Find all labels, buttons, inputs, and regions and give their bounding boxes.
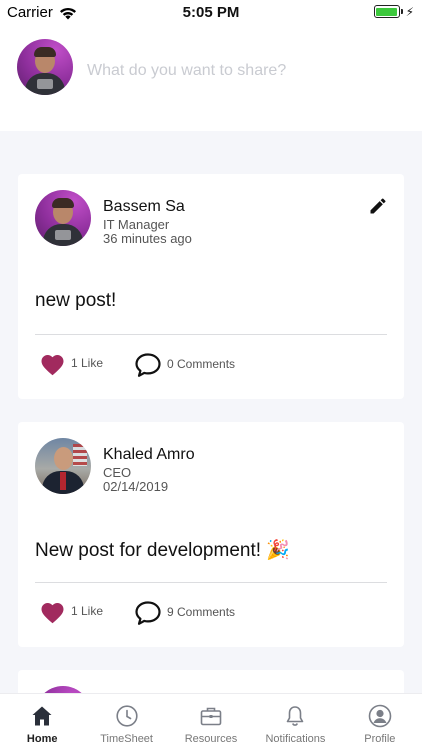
- clock-time: 5:05 PM: [182, 4, 240, 21]
- tab-timesheet[interactable]: TimeSheet: [84, 694, 168, 750]
- tab-home[interactable]: Home: [0, 694, 84, 750]
- like-count[interactable]: 1 Like: [71, 356, 103, 370]
- post-card: Bassem Sa IT Manager 36 minutes ago new …: [18, 174, 404, 399]
- tab-resources[interactable]: Resources: [169, 694, 253, 750]
- bell-icon: [287, 706, 304, 726]
- author-name[interactable]: Bassem Sa: [103, 198, 185, 216]
- tab-label: TimeSheet: [100, 733, 153, 745]
- divider: [35, 334, 387, 335]
- post-timestamp: 02/14/2019: [103, 479, 169, 494]
- avatar[interactable]: [17, 39, 73, 95]
- battery-icon: [373, 5, 400, 18]
- avatar[interactable]: [35, 438, 91, 494]
- tab-label: Resources: [184, 733, 238, 745]
- tab-profile[interactable]: Profile: [338, 694, 422, 750]
- profile-icon: [368, 704, 392, 728]
- post-text: new post!: [35, 290, 117, 311]
- avatar[interactable]: [35, 190, 91, 246]
- post-composer: [0, 24, 422, 131]
- author-role: IT Manager: [103, 217, 170, 232]
- tab-label: Home: [26, 733, 58, 745]
- post-timestamp: 36 minutes ago: [103, 231, 192, 246]
- home-icon: [32, 706, 52, 726]
- charging-bolt-icon: ⚡: [405, 4, 414, 19]
- like-count[interactable]: 1 Like: [71, 604, 103, 618]
- heart-icon[interactable]: [40, 354, 65, 376]
- briefcase-icon: [200, 707, 222, 726]
- tab-bar: Home TimeSheet Resources Notifications P…: [0, 693, 422, 750]
- comment-count[interactable]: 0 Comments: [167, 357, 235, 371]
- clock-icon: [116, 705, 138, 727]
- battery-indicator: ⚡: [373, 4, 414, 19]
- tab-label: Profile: [364, 733, 396, 745]
- heart-icon[interactable]: [40, 602, 65, 624]
- edit-pencil-icon[interactable]: [368, 196, 388, 216]
- post-text: New post for development! 🎉: [35, 540, 290, 561]
- tab-label: Notifications: [265, 733, 326, 745]
- comment-bubble-icon[interactable]: [134, 352, 162, 378]
- post-card: Khaled Amro CEO 02/14/2019 New post for …: [18, 422, 404, 647]
- share-input[interactable]: [87, 62, 407, 80]
- author-name[interactable]: Khaled Amro: [103, 446, 195, 464]
- tab-notifications[interactable]: Notifications: [253, 694, 337, 750]
- divider: [35, 582, 387, 583]
- status-bar: Carrier 5:05 PM ⚡: [0, 0, 422, 24]
- author-role: CEO: [103, 465, 132, 480]
- comment-bubble-icon[interactable]: [134, 600, 162, 626]
- comment-count[interactable]: 9 Comments: [167, 605, 235, 619]
